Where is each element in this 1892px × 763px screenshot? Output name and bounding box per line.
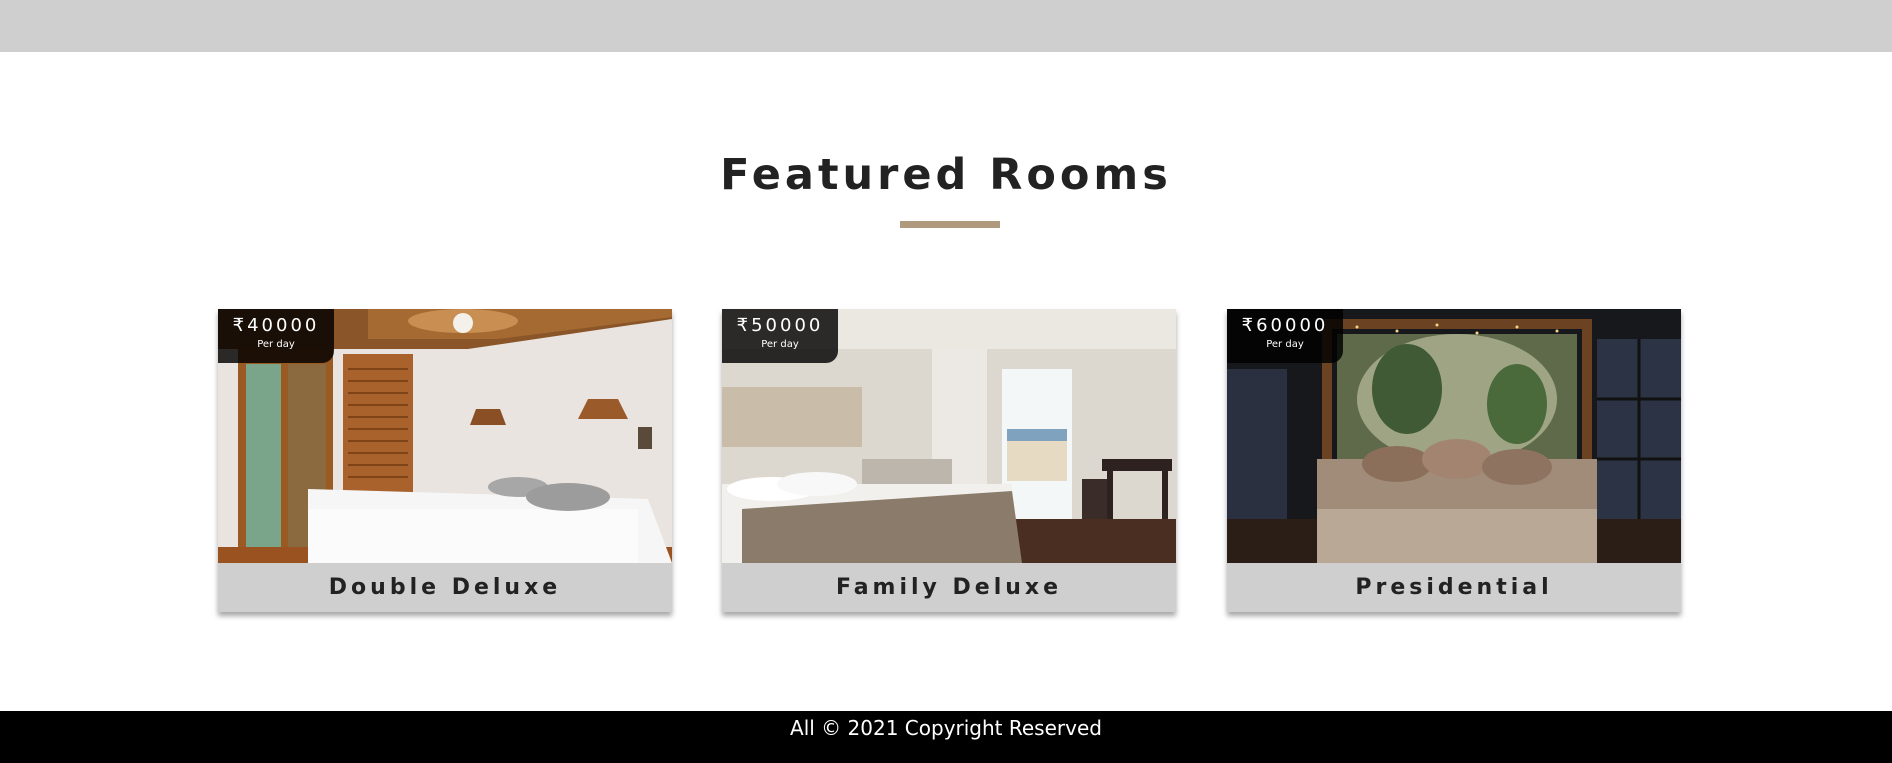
room-card-double-deluxe[interactable]: ₹40000 Per day Double Deluxe [218, 309, 672, 612]
price-badge: ₹60000 Per day [1227, 309, 1343, 363]
price-value: ₹60000 [1241, 315, 1329, 336]
title-underline [900, 221, 1000, 228]
price-unit: Per day [761, 339, 799, 350]
price-badge: ₹50000 Per day [722, 309, 838, 363]
price-unit: Per day [257, 339, 295, 350]
price-value: ₹40000 [232, 315, 320, 336]
price-unit: Per day [1266, 339, 1304, 350]
room-card-family-deluxe[interactable]: ₹50000 Per day Family Deluxe [722, 309, 1176, 612]
footer-copyright: All © 2021 Copyright Reserved [0, 711, 1892, 763]
top-bar [0, 0, 1892, 52]
room-photo[interactable]: ₹50000 Per day [722, 309, 1176, 563]
room-name[interactable]: Double Deluxe [218, 563, 672, 612]
room-card-presidential[interactable]: ₹60000 Per day Presidential [1227, 309, 1681, 612]
room-name[interactable]: Presidential [1227, 563, 1681, 612]
room-photo[interactable]: ₹60000 Per day [1227, 309, 1681, 563]
price-badge: ₹40000 Per day [218, 309, 334, 363]
price-value: ₹50000 [736, 315, 824, 336]
room-photo[interactable]: ₹40000 Per day [218, 309, 672, 563]
room-name[interactable]: Family Deluxe [722, 563, 1176, 612]
section-title: Featured Rooms [720, 150, 1172, 200]
